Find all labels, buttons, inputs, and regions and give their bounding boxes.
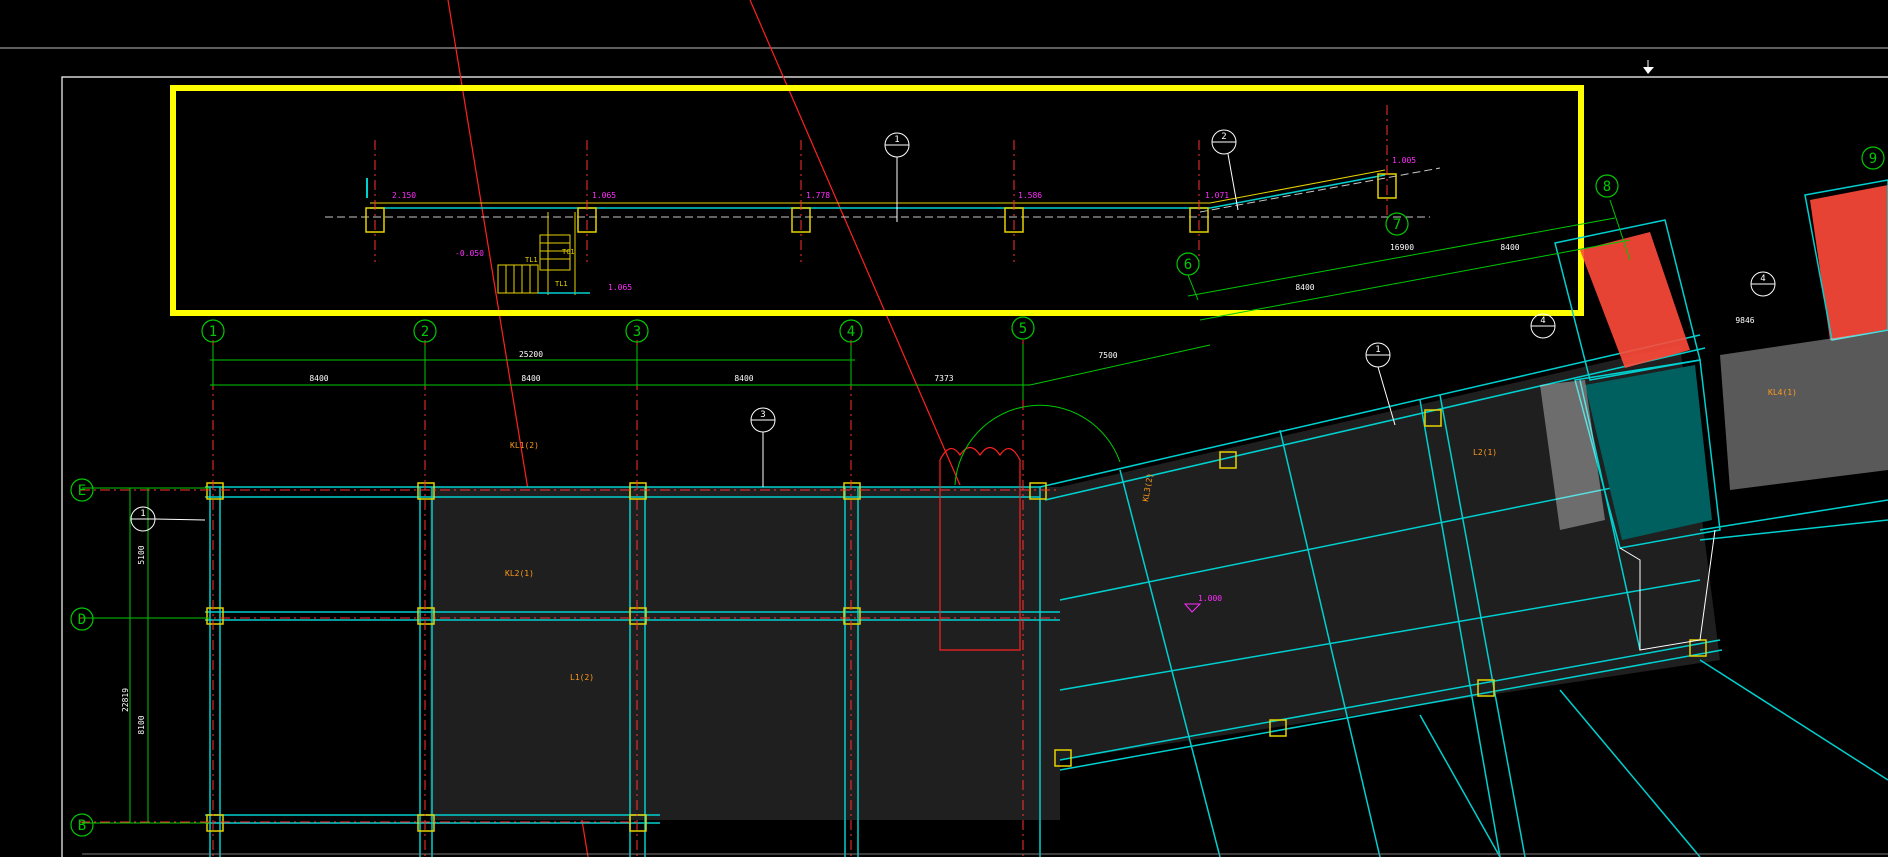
beam-label: KL1(2): [510, 441, 539, 450]
level-mark: -0.050: [455, 249, 484, 258]
selection-highlight-box[interactable]: [170, 85, 1584, 316]
svg-text:1: 1: [894, 135, 899, 145]
beam-label: L1(2): [570, 673, 594, 682]
level-mark: 1.065: [608, 283, 632, 292]
dimension-left: 5100: [137, 545, 146, 564]
dimension-bay: 8400: [521, 374, 540, 383]
axis-label: 8: [1603, 179, 1611, 195]
plan-view: [80, 179, 1888, 857]
svg-text:1: 1: [1375, 345, 1380, 355]
stair-labels: TC1 TL1 TL1: [525, 248, 575, 288]
level-mark: 2.150: [392, 191, 416, 200]
cad-drawing-canvas[interactable]: 1 2 2.150 1.065 1.778 1.586 1.071 1.005 …: [0, 0, 1888, 857]
dimension-bay: 8400: [309, 374, 328, 383]
dimension-angled: 16900: [1390, 243, 1414, 252]
svg-text:1.000: 1.000: [1198, 594, 1222, 603]
dimension-angled: 8400: [1500, 243, 1519, 252]
svg-text:TL1: TL1: [555, 280, 568, 288]
section-cut-line: [749, 0, 961, 486]
svg-text:TC1: TC1: [562, 248, 575, 256]
dimension-left: 8100: [137, 715, 146, 734]
dimension-bay: 8400: [734, 374, 753, 383]
level-mark: 1.778: [806, 191, 830, 200]
svg-text:2: 2: [1221, 132, 1226, 142]
beam-label: L2(1): [1473, 448, 1497, 457]
axis-label: D: [78, 612, 86, 628]
dimension-angled: 8400: [1295, 283, 1314, 292]
dimension-overall: 25200: [519, 350, 543, 359]
axis-label: E: [78, 483, 86, 499]
dimension-angled: 9846: [1735, 316, 1754, 325]
axis-label: 3: [633, 324, 641, 340]
axis-label: 7: [1393, 217, 1401, 233]
beam-label: KL4(1): [1768, 388, 1797, 397]
svg-text:1: 1: [140, 509, 145, 519]
axis-label: 4: [847, 324, 855, 340]
dimension-left: 22819: [121, 688, 130, 712]
elevation-level-marks: 2.150 1.065 1.778 1.586 1.071 1.005 -0.0…: [392, 156, 1416, 292]
level-mark: 1.065: [592, 191, 616, 200]
level-mark: 1.071: [1205, 191, 1229, 200]
svg-text:4: 4: [1540, 316, 1545, 326]
svg-text:4: 4: [1760, 274, 1765, 284]
axis-label: 2: [421, 324, 429, 340]
dimension-bay: 7373: [934, 374, 953, 383]
level-mark: 1.586: [1018, 191, 1042, 200]
axis-label: 6: [1184, 257, 1192, 273]
axis-label: 5: [1019, 321, 1027, 337]
level-mark: 1.005: [1392, 156, 1416, 165]
elevation-view: 1 2: [325, 105, 1441, 295]
dimension-angled: 7500: [1098, 351, 1117, 360]
plan-level-mark: 1.000: [1198, 594, 1222, 603]
axis-label: B: [78, 818, 86, 834]
svg-text:TL1: TL1: [525, 256, 538, 264]
beam-label: KL2(1): [505, 569, 534, 578]
axis-label: 9: [1869, 151, 1877, 167]
svg-text:3: 3: [760, 410, 765, 420]
axis-label: 1: [209, 324, 217, 340]
